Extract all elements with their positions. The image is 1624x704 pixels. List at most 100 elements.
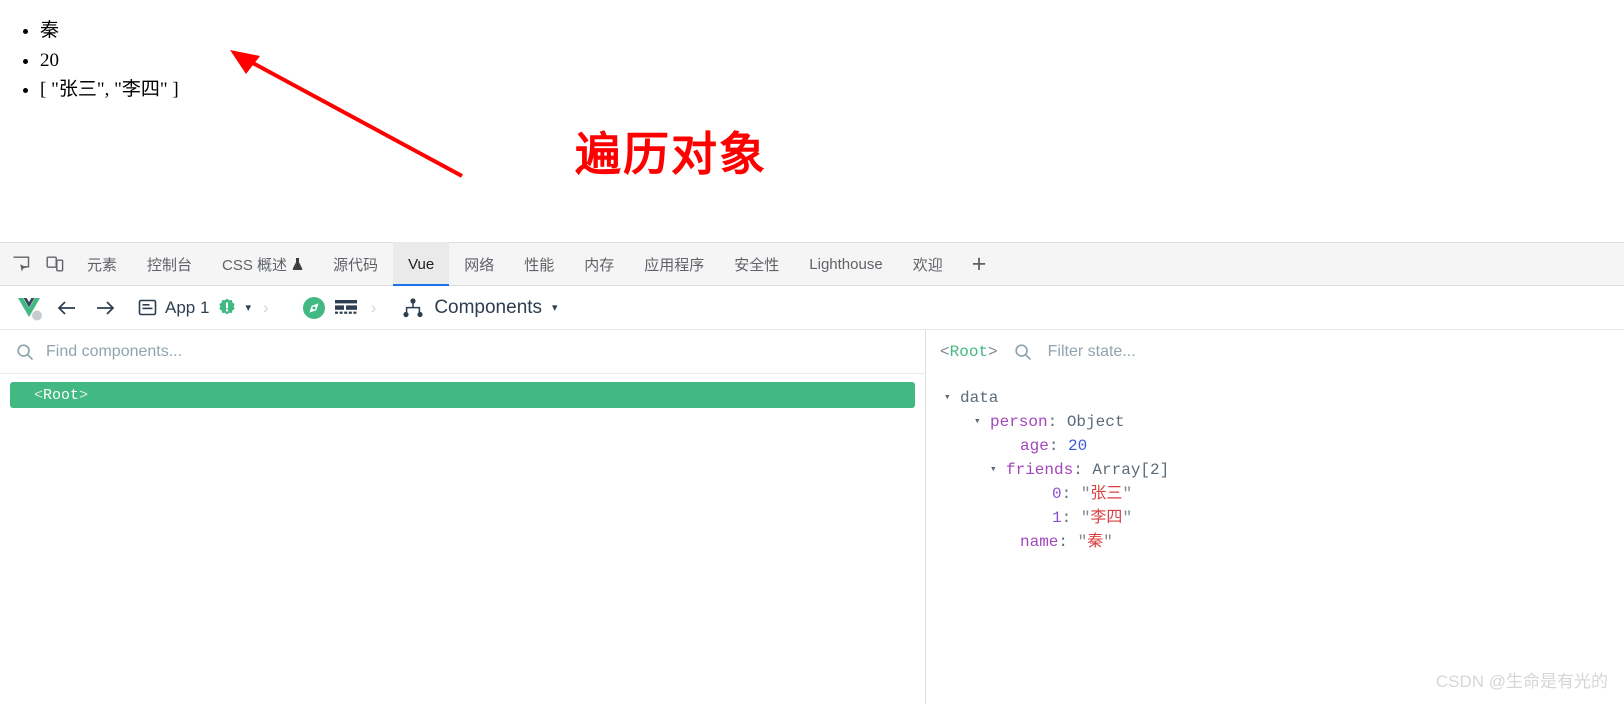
state-tree-row[interactable]: 0: " 张三 " (944, 482, 1624, 506)
tab-console[interactable]: 控制台 (132, 242, 207, 286)
state-value: 李四 (1090, 509, 1123, 527)
state-value: Object (1066, 413, 1125, 431)
quote-close: " (1122, 485, 1133, 503)
add-tab-button[interactable]: + (958, 251, 1001, 277)
state-tree: ▾ data ▾ person: Object age: 20 ▾ friends: … (926, 374, 1624, 554)
state-value: 张三 (1090, 485, 1123, 503)
state-tree-row[interactable]: ▾ data (944, 386, 1624, 410)
quote-close: " (1122, 509, 1133, 527)
tab-memory[interactable]: 内存 (569, 242, 629, 286)
state-tree-row[interactable]: ▾ friends: Array[2] (944, 458, 1624, 482)
devtools-tabbar: 元素 控制台 CSS 概述 源代码 Vue 网络 性能 内存 应用程序 安全性 … (0, 242, 1624, 286)
grid-icon[interactable] (333, 297, 359, 319)
quote-open: " (1080, 485, 1091, 503)
tab-label: 源代码 (333, 256, 379, 274)
app-warning-badge-icon (219, 298, 236, 314)
disclosure-triangle-icon[interactable]: ▾ (990, 458, 1004, 482)
component-tree: < Root > (0, 374, 925, 408)
state-key: name (1020, 533, 1059, 551)
state-key: data (960, 389, 999, 407)
annotation-label: 遍历对象 (575, 128, 767, 180)
state-separator: : (1048, 437, 1069, 455)
state-key: age (1020, 437, 1049, 455)
list-item: 20 (40, 46, 1624, 76)
tab-css-overview[interactable]: CSS 概述 (207, 242, 318, 286)
tab-vue[interactable]: Vue (393, 242, 450, 286)
find-components-row[interactable]: Find components... (0, 330, 925, 374)
state-key: 1 (1052, 509, 1062, 527)
forward-button[interactable] (86, 292, 124, 324)
component-name: Root (43, 386, 80, 404)
tab-label: 欢迎 (912, 256, 943, 274)
app-output-area: 秦 20 [ "张三", "李四" ] 遍历对象 (0, 0, 1624, 242)
state-key: friends (1006, 461, 1074, 479)
tab-lighthouse[interactable]: Lighthouse (794, 242, 897, 286)
app-document-icon (138, 299, 157, 316)
state-key: 0 (1052, 485, 1062, 503)
breadcrumb-separator: › (370, 297, 377, 317)
device-toolbar-icon[interactable] (38, 249, 72, 279)
screenshot-root: 秦 20 [ "张三", "李四" ] 遍历对象 (0, 0, 1624, 704)
tab-security[interactable]: 安全性 (719, 242, 794, 286)
state-tree-row[interactable]: 1: " 李四 " (944, 506, 1624, 530)
search-icon (1014, 343, 1031, 360)
components-tree-icon (403, 297, 423, 317)
app-selector[interactable]: App 1 ▾ (138, 298, 251, 318)
tab-sources[interactable]: 源代码 (318, 242, 393, 286)
state-separator: : (1061, 485, 1081, 503)
tab-label: 应用程序 (644, 256, 705, 274)
tab-label: 内存 (584, 256, 615, 274)
tab-label: CSS 概述 (222, 256, 288, 274)
filter-state-input[interactable]: Filter state... (1048, 343, 1136, 361)
search-icon (17, 343, 33, 360)
components-pane: Find components... < Root > (0, 330, 926, 704)
tag-open-bracket: < (940, 342, 950, 361)
rendered-list: 秦 20 [ "张三", "李四" ] (0, 16, 1624, 105)
tab-label: 性能 (524, 256, 555, 274)
quote-close: " (1103, 533, 1113, 551)
state-pane: <Root> Filter state... ▾ data ▾ person: Ob… (926, 330, 1624, 704)
tab-label: Lighthouse (809, 255, 883, 273)
disclosure-triangle-icon[interactable]: ▾ (944, 386, 958, 410)
quote-open: " (1077, 533, 1088, 551)
disclosure-triangle-icon[interactable]: ▾ (974, 410, 988, 434)
tab-elements[interactable]: 元素 (72, 242, 132, 286)
components-pane-selector[interactable]: Components ▾ (402, 296, 558, 319)
state-value: 秦 (1087, 533, 1104, 551)
beaker-icon (292, 258, 303, 270)
chevron-down-icon: ▾ (552, 302, 558, 314)
tag-name: Root (949, 342, 989, 361)
state-separator: : (1047, 413, 1067, 431)
components-label: Components (434, 296, 543, 318)
tab-label: Vue (408, 255, 435, 273)
devtools-panel: 元素 控制台 CSS 概述 源代码 Vue 网络 性能 内存 应用程序 安全性 … (0, 242, 1624, 704)
back-button[interactable] (48, 292, 86, 324)
state-tree-row[interactable]: name: " 秦 " (944, 530, 1624, 554)
breadcrumb-separator: › (262, 297, 269, 317)
state-separator: : (1061, 509, 1081, 527)
tab-label: 安全性 (734, 256, 780, 274)
compass-icon[interactable] (301, 295, 327, 321)
state-tree-row[interactable]: age: 20 (944, 434, 1624, 458)
state-separator: : (1073, 461, 1093, 479)
list-item: 秦 (40, 16, 1624, 46)
selected-component-tag: <Root> (940, 343, 998, 361)
tab-performance[interactable]: 性能 (509, 242, 569, 286)
tab-label: 控制台 (147, 256, 193, 274)
tab-network[interactable]: 网络 (449, 242, 509, 286)
component-tree-item-root[interactable]: < Root > (10, 382, 915, 408)
devtools-panes: Find components... < Root > <Root> Filter (0, 330, 1624, 704)
list-item: [ "张三", "李四" ] (40, 75, 1624, 105)
state-tree-row[interactable]: ▾ person: Object (944, 410, 1624, 434)
find-components-input[interactable]: Find components... (46, 343, 182, 361)
vue-logo-icon (12, 293, 48, 323)
state-pane-header: <Root> Filter state... (926, 330, 1624, 374)
watermark: CSDN @生命是有光的 (1435, 672, 1608, 691)
quote-open: " (1080, 509, 1091, 527)
state-value: 20 (1068, 437, 1088, 455)
tab-label: 网络 (464, 256, 495, 274)
inspect-element-icon[interactable] (4, 249, 38, 279)
tab-application[interactable]: 应用程序 (629, 242, 719, 286)
tab-welcome[interactable]: 欢迎 (898, 242, 958, 286)
vue-devtools-toolbar: App 1 ▾ › › Components ▾ (0, 286, 1624, 330)
